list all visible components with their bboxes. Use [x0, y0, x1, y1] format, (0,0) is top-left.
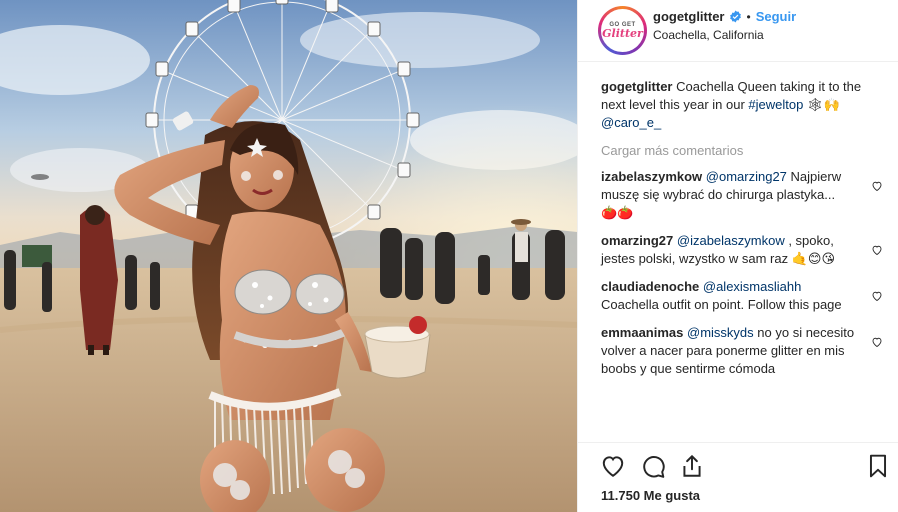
- instagram-post: GO GET Glitter gogetglitter • Seguir Coa…: [0, 0, 898, 512]
- comment-username[interactable]: emmaanimas: [601, 325, 683, 340]
- avatar-logo-line2: Glitter: [602, 27, 643, 40]
- heart-icon[interactable]: [600, 453, 626, 479]
- heart-small-icon[interactable]: [871, 336, 883, 348]
- caption-username[interactable]: gogetglitter: [601, 79, 673, 94]
- post-side-panel: GO GET Glitter gogetglitter • Seguir Coa…: [577, 0, 898, 512]
- post-caption: gogetglitter Coachella Queen taking it t…: [601, 78, 881, 132]
- header-username[interactable]: gogetglitter: [653, 9, 725, 24]
- caption-hashtag[interactable]: #jeweltop: [748, 97, 803, 112]
- comment-item: omarzing27 @izabelaszymkow , spoko, jest…: [601, 232, 883, 268]
- comment-mention[interactable]: @omarzing27: [706, 169, 787, 184]
- comment-username[interactable]: omarzing27: [601, 233, 673, 248]
- comment-username[interactable]: claudiadenoche: [601, 279, 699, 294]
- follow-button[interactable]: Seguir: [756, 9, 796, 24]
- comment-mention[interactable]: @alexismasliahh: [703, 279, 801, 294]
- avatar-logo: GO GET Glitter: [601, 9, 644, 52]
- heart-small-icon[interactable]: [871, 180, 883, 192]
- share-icon[interactable]: [679, 453, 705, 479]
- likes-count[interactable]: 11.750 Me gusta: [601, 488, 700, 503]
- comment-icon[interactable]: [640, 453, 666, 479]
- comment-item: claudiadenoche @alexismasliahh Coachella…: [601, 278, 883, 314]
- verified-badge-icon: [729, 10, 741, 23]
- avatar[interactable]: GO GET Glitter: [598, 6, 647, 55]
- post-photo-image: [0, 0, 577, 512]
- load-more-comments-button[interactable]: Cargar más comentarios: [601, 143, 881, 158]
- post-header: GO GET Glitter gogetglitter • Seguir Coa…: [578, 0, 898, 62]
- comment-mention[interactable]: @izabelaszymkow: [677, 233, 785, 248]
- post-location[interactable]: Coachella, California: [653, 28, 764, 42]
- heart-small-icon[interactable]: [871, 290, 883, 302]
- caption-mention[interactable]: @caro_e_: [601, 115, 661, 130]
- heart-small-icon[interactable]: [871, 244, 883, 256]
- comment-item: izabelaszymkow @omarzing27 Najpierw musz…: [601, 168, 883, 222]
- comment-emoji: 🍅🍅: [601, 205, 634, 220]
- header-user-line: gogetglitter • Seguir: [653, 9, 796, 24]
- header-separator-dot: •: [746, 9, 751, 24]
- bookmark-icon[interactable]: [865, 453, 891, 479]
- post-photo[interactable]: [0, 0, 577, 512]
- comment-username[interactable]: izabelaszymkow: [601, 169, 702, 184]
- comment-mention[interactable]: @misskyds: [687, 325, 754, 340]
- comment-emoji: 🤙😊😘: [791, 251, 836, 266]
- post-actions: 11.750 Me gusta: [578, 442, 898, 512]
- caption-emoji: 🕸🙌: [803, 97, 840, 112]
- comments-list: gogetglitter Coachella Queen taking it t…: [601, 78, 883, 378]
- comment-text: Coachella outfit on point. Follow this p…: [601, 297, 842, 312]
- comment-item: emmaanimas @misskyds no yo si necesito v…: [601, 324, 883, 378]
